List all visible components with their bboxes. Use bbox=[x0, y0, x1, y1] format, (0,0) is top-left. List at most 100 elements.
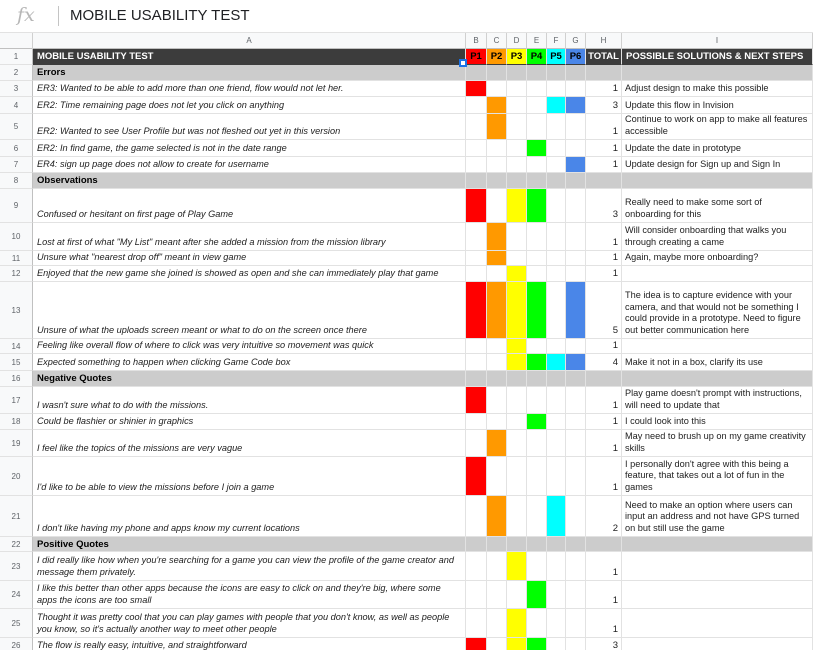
total-cell[interactable]: 1 bbox=[586, 339, 622, 354]
section-cell[interactable] bbox=[622, 173, 813, 189]
total-cell[interactable]: 1 bbox=[586, 414, 622, 430]
total-cell[interactable]: 4 bbox=[586, 354, 622, 371]
participant-cell-p4[interactable] bbox=[527, 496, 547, 537]
solution-cell[interactable] bbox=[622, 638, 813, 650]
participant-cell-p4[interactable] bbox=[527, 114, 547, 140]
participant-cell-p5[interactable] bbox=[547, 609, 566, 638]
participant-mark-p3[interactable] bbox=[507, 282, 527, 339]
row-number[interactable]: 24 bbox=[0, 581, 33, 609]
participant-mark-p3[interactable] bbox=[507, 354, 527, 371]
participant-cell-p5[interactable] bbox=[547, 81, 566, 97]
participant-cell-p5[interactable] bbox=[547, 251, 566, 266]
participant-cell-p2[interactable] bbox=[487, 354, 507, 371]
row-number[interactable]: 14 bbox=[0, 339, 33, 354]
participant-cell-p2[interactable] bbox=[487, 140, 507, 157]
observation-cell[interactable]: I don't like having my phone and apps kn… bbox=[33, 496, 466, 537]
observation-cell[interactable]: I did really like how when you're search… bbox=[33, 552, 466, 581]
solution-cell[interactable]: May need to brush up on my game creativi… bbox=[622, 430, 813, 457]
participant-header-p6[interactable]: P6 bbox=[566, 49, 586, 65]
observation-cell[interactable]: ER3: Wanted to be able to add more than … bbox=[33, 81, 466, 97]
solution-cell[interactable]: Again, maybe more onboarding? bbox=[622, 251, 813, 266]
participant-cell-p2[interactable] bbox=[487, 157, 507, 173]
participant-cell-p5[interactable] bbox=[547, 140, 566, 157]
observation-cell[interactable]: Thought it was pretty cool that you can … bbox=[33, 609, 466, 638]
row-number[interactable]: 23 bbox=[0, 552, 33, 581]
section-cell[interactable] bbox=[566, 371, 586, 387]
participant-mark-p1[interactable] bbox=[466, 457, 487, 496]
section-cell[interactable] bbox=[466, 65, 487, 81]
observation-cell[interactable]: I like this better than other apps becau… bbox=[33, 581, 466, 609]
participant-cell-p4[interactable] bbox=[527, 97, 547, 114]
participant-cell-p2[interactable] bbox=[487, 457, 507, 496]
total-cell[interactable]: 5 bbox=[586, 282, 622, 339]
participant-mark-p4[interactable] bbox=[527, 140, 547, 157]
row-number[interactable]: 11 bbox=[0, 251, 33, 266]
participant-cell-p4[interactable] bbox=[527, 266, 547, 282]
column-header-d[interactable]: D bbox=[507, 33, 527, 49]
participant-header-p1[interactable]: P1 bbox=[466, 49, 487, 65]
section-cell[interactable] bbox=[547, 173, 566, 189]
total-cell[interactable]: 1 bbox=[586, 266, 622, 282]
participant-header-p2[interactable]: P2 bbox=[487, 49, 507, 65]
participant-mark-p2[interactable] bbox=[487, 430, 507, 457]
participant-cell-p5[interactable] bbox=[547, 387, 566, 414]
solution-cell[interactable]: Need to make an option where users can i… bbox=[622, 496, 813, 537]
total-cell[interactable]: 1 bbox=[586, 223, 622, 251]
participant-cell-p5[interactable] bbox=[547, 189, 566, 223]
total-cell[interactable]: 2 bbox=[586, 496, 622, 537]
solution-cell[interactable]: Update the date in prototype bbox=[622, 140, 813, 157]
participant-cell-p4[interactable] bbox=[527, 552, 547, 581]
total-cell[interactable]: 1 bbox=[586, 430, 622, 457]
participant-cell-p5[interactable] bbox=[547, 223, 566, 251]
solution-cell[interactable]: Make it not in a box, clarify its use bbox=[622, 354, 813, 371]
solution-cell[interactable] bbox=[622, 552, 813, 581]
participant-cell-p3[interactable] bbox=[507, 157, 527, 173]
participant-cell-p6[interactable] bbox=[566, 81, 586, 97]
participant-cell-p6[interactable] bbox=[566, 339, 586, 354]
participant-cell-p5[interactable] bbox=[547, 114, 566, 140]
formula-bar-input[interactable]: MOBILE USABILITY TEST bbox=[70, 7, 250, 24]
participant-cell-p3[interactable] bbox=[507, 97, 527, 114]
column-header-f[interactable]: F bbox=[547, 33, 566, 49]
solution-cell[interactable]: Update this flow in Invision bbox=[622, 97, 813, 114]
solution-cell[interactable]: Will consider onboarding that walks you … bbox=[622, 223, 813, 251]
section-cell[interactable] bbox=[622, 371, 813, 387]
participant-cell-p5[interactable] bbox=[547, 457, 566, 496]
participant-cell-p1[interactable] bbox=[466, 581, 487, 609]
participant-cell-p3[interactable] bbox=[507, 387, 527, 414]
observation-cell[interactable]: The flow is really easy, intuitive, and … bbox=[33, 638, 466, 650]
row-number[interactable]: 5 bbox=[0, 114, 33, 140]
row-number[interactable]: 16 bbox=[0, 371, 33, 387]
participant-mark-p1[interactable] bbox=[466, 189, 487, 223]
solution-cell[interactable]: Play game doesn't prompt with instructio… bbox=[622, 387, 813, 414]
section-cell[interactable] bbox=[566, 173, 586, 189]
section-cell[interactable] bbox=[507, 537, 527, 552]
participant-mark-p4[interactable] bbox=[527, 189, 547, 223]
solution-cell[interactable] bbox=[622, 609, 813, 638]
participant-mark-p2[interactable] bbox=[487, 97, 507, 114]
section-cell[interactable] bbox=[487, 537, 507, 552]
row-number[interactable]: 19 bbox=[0, 430, 33, 457]
participant-mark-p4[interactable] bbox=[527, 414, 547, 430]
participant-cell-p5[interactable] bbox=[547, 266, 566, 282]
row-number[interactable]: 6 bbox=[0, 140, 33, 157]
participant-mark-p5[interactable] bbox=[547, 354, 566, 371]
section-cell[interactable] bbox=[487, 173, 507, 189]
row-number[interactable]: 21 bbox=[0, 496, 33, 537]
column-header-h[interactable]: H bbox=[586, 33, 622, 49]
participant-cell-p6[interactable] bbox=[566, 457, 586, 496]
participant-cell-p3[interactable] bbox=[507, 496, 527, 537]
participant-cell-p6[interactable] bbox=[566, 609, 586, 638]
participant-mark-p6[interactable] bbox=[566, 354, 586, 371]
solution-cell[interactable] bbox=[622, 339, 813, 354]
section-cell[interactable] bbox=[586, 537, 622, 552]
participant-cell-p6[interactable] bbox=[566, 430, 586, 457]
participant-cell-p3[interactable] bbox=[507, 430, 527, 457]
participant-cell-p1[interactable] bbox=[466, 157, 487, 173]
total-cell[interactable]: 1 bbox=[586, 157, 622, 173]
participant-cell-p1[interactable] bbox=[466, 430, 487, 457]
participant-mark-p4[interactable] bbox=[527, 354, 547, 371]
participant-cell-p5[interactable] bbox=[547, 552, 566, 581]
total-cell[interactable]: 1 bbox=[586, 81, 622, 97]
participant-mark-p2[interactable] bbox=[487, 114, 507, 140]
